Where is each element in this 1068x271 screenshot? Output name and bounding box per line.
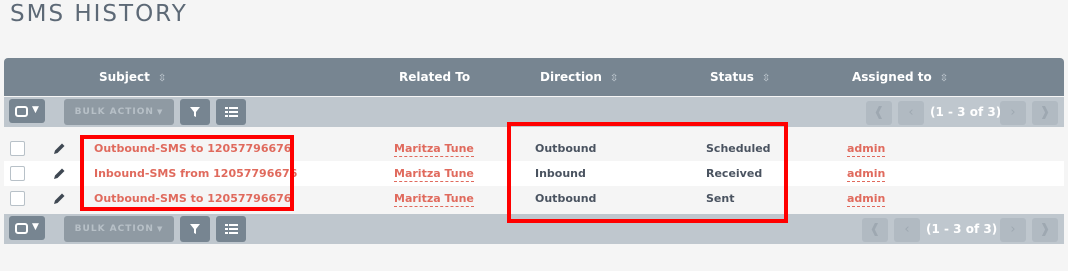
row-checkbox[interactable] bbox=[10, 141, 25, 156]
column-header-label: Assigned to bbox=[852, 70, 932, 84]
bulk-action-label: BULK ACTION bbox=[74, 107, 154, 117]
related-to-link[interactable]: Maritza Tune bbox=[394, 186, 474, 211]
filter-icon bbox=[190, 107, 200, 117]
sort-icon[interactable]: ⇳ bbox=[940, 60, 948, 98]
list-icon bbox=[224, 224, 238, 234]
chevron-left-icon: ‹ bbox=[904, 222, 910, 237]
column-header-direction[interactable]: Direction ⇳ bbox=[540, 58, 618, 96]
assigned-to-link[interactable]: admin bbox=[847, 136, 886, 161]
highlight-box-direction-status bbox=[507, 122, 788, 223]
pagination-text: (1 - 3 of 3) bbox=[930, 105, 1002, 119]
caret-down-icon: ▼ bbox=[32, 222, 39, 232]
previous-page-button[interactable]: ‹ bbox=[894, 218, 920, 242]
filter-button[interactable] bbox=[180, 99, 210, 125]
row-checkbox[interactable] bbox=[10, 191, 25, 206]
caret-down-icon: ▼ bbox=[156, 225, 164, 233]
sort-icon[interactable]: ⇳ bbox=[610, 60, 618, 98]
first-page-icon: ❰ bbox=[869, 222, 881, 237]
chevron-right-icon: › bbox=[1010, 222, 1016, 237]
next-page-button[interactable]: › bbox=[1000, 218, 1026, 242]
checkbox-icon bbox=[15, 106, 28, 117]
page-title: SMS HISTORY bbox=[10, 1, 188, 27]
column-header-label: Status bbox=[710, 70, 754, 84]
bulk-action-button[interactable]: BULK ACTION ▼ bbox=[64, 216, 174, 242]
last-page-icon: ❱ bbox=[1039, 105, 1051, 120]
column-header-subject[interactable]: Subject ⇳ bbox=[99, 58, 166, 96]
chevron-right-icon: › bbox=[1010, 105, 1016, 120]
table-header: Subject ⇳ Related To Direction ⇳ Status ⇳ A… bbox=[4, 58, 1064, 96]
previous-page-button[interactable]: ‹ bbox=[898, 101, 924, 125]
next-page-button[interactable]: › bbox=[1000, 101, 1026, 125]
column-header-label: Direction bbox=[540, 70, 602, 84]
last-page-button[interactable]: ❱ bbox=[1032, 101, 1058, 125]
checkbox-icon bbox=[15, 223, 28, 234]
column-header-assigned-to[interactable]: Assigned to ⇳ bbox=[852, 58, 948, 96]
highlight-box-subject bbox=[80, 135, 294, 211]
column-chooser-button[interactable] bbox=[216, 99, 246, 125]
column-header-label: Subject bbox=[99, 70, 150, 84]
caret-down-icon: ▼ bbox=[32, 105, 39, 115]
bulk-action-label: BULK ACTION bbox=[74, 224, 154, 234]
related-to-link[interactable]: Maritza Tune bbox=[394, 136, 474, 161]
pencil-icon[interactable] bbox=[51, 191, 67, 207]
first-page-icon: ❰ bbox=[873, 105, 885, 120]
column-header-label: Related To bbox=[399, 70, 471, 84]
first-page-button[interactable]: ❰ bbox=[866, 101, 892, 125]
filter-button[interactable] bbox=[180, 216, 210, 242]
bulk-action-button[interactable]: BULK ACTION ▼ bbox=[64, 99, 174, 125]
column-header-status[interactable]: Status ⇳ bbox=[710, 58, 770, 96]
select-all-dropdown[interactable]: ▼ bbox=[9, 99, 45, 123]
caret-down-icon: ▼ bbox=[156, 108, 164, 116]
pencil-icon[interactable] bbox=[51, 141, 67, 157]
assigned-to-link[interactable]: admin bbox=[847, 161, 886, 186]
chevron-left-icon: ‹ bbox=[908, 105, 914, 120]
first-page-button[interactable]: ❰ bbox=[862, 218, 888, 242]
row-checkbox[interactable] bbox=[10, 166, 25, 181]
pagination-text: (1 - 3 of 3) bbox=[926, 222, 998, 236]
related-to-link[interactable]: Maritza Tune bbox=[394, 161, 474, 186]
sort-icon[interactable]: ⇳ bbox=[762, 60, 770, 98]
pencil-icon[interactable] bbox=[51, 166, 67, 182]
select-all-dropdown[interactable]: ▼ bbox=[9, 216, 45, 240]
assigned-to-link[interactable]: admin bbox=[847, 186, 886, 211]
last-page-button[interactable]: ❱ bbox=[1032, 218, 1058, 242]
filter-icon bbox=[190, 224, 200, 234]
sort-icon[interactable]: ⇳ bbox=[158, 60, 166, 98]
last-page-icon: ❱ bbox=[1039, 222, 1051, 237]
column-header-related-to: Related To bbox=[399, 58, 470, 96]
list-icon bbox=[224, 107, 238, 117]
column-chooser-button[interactable] bbox=[216, 216, 246, 242]
